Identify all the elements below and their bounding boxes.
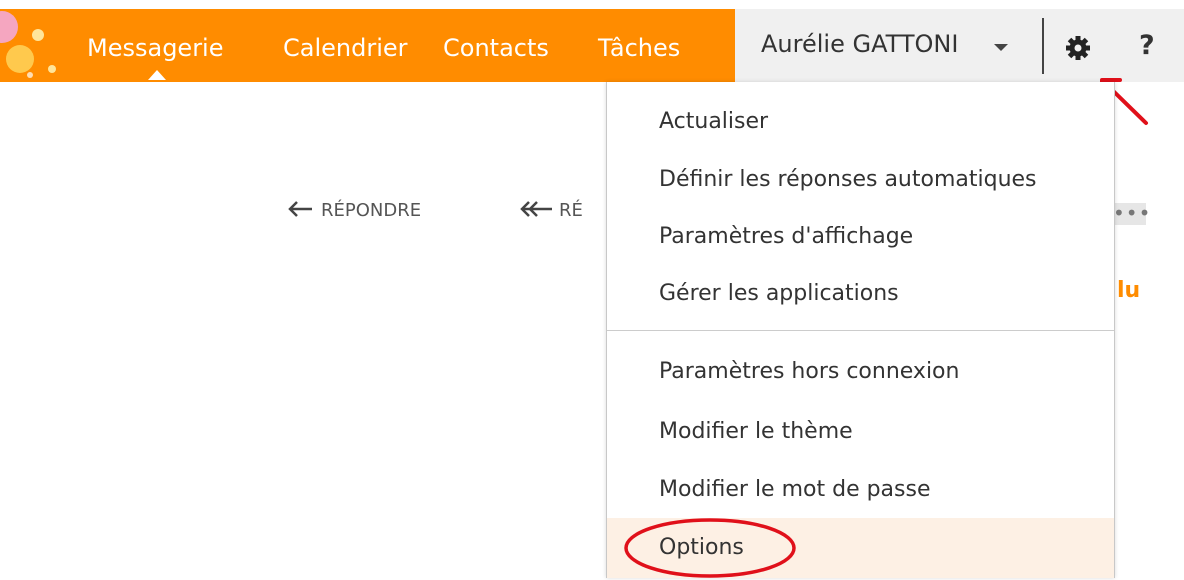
- menu-item-mot-de-passe[interactable]: Modifier le mot de passe: [607, 462, 1114, 518]
- menu-item-label: Gérer les applications: [659, 281, 899, 306]
- double-arrow-left-icon: [520, 201, 552, 217]
- menu-item-label: Actualiser: [659, 109, 769, 134]
- active-nav-indicator: [148, 70, 166, 80]
- annotation-circle: [624, 518, 796, 578]
- header-divider: [1042, 18, 1044, 74]
- menu-item-gerer-applications[interactable]: Gérer les applications: [607, 266, 1114, 322]
- nav-item-taches[interactable]: Tâches: [598, 32, 680, 64]
- help-button[interactable]: ?: [1139, 30, 1155, 61]
- reply-label: RÉPONDRE: [321, 200, 422, 221]
- chevron-down-icon[interactable]: [994, 44, 1008, 51]
- arrow-left-icon: [288, 201, 312, 217]
- menu-item-label: Paramètres d'affichage: [659, 224, 914, 249]
- reply-all-label: RÉ: [559, 200, 583, 221]
- reply-all-button[interactable]: RÉ: [519, 200, 583, 221]
- more-actions-label: •••: [1113, 201, 1152, 225]
- menu-item-modifier-theme[interactable]: Modifier le thème: [607, 404, 1114, 460]
- menu-item-reponses-automatiques[interactable]: Définir les réponses automatiques: [607, 152, 1114, 208]
- settings-dropdown-menu: Actualiser Définir les réponses automati…: [606, 82, 1115, 578]
- menu-item-label: Définir les réponses automatiques: [659, 167, 1037, 192]
- nav-item-contacts[interactable]: Contacts: [443, 32, 549, 64]
- menu-item-parametres-affichage[interactable]: Paramètres d'affichage: [607, 209, 1114, 265]
- menu-item-label: Modifier le mot de passe: [659, 477, 931, 502]
- nav-item-calendrier[interactable]: Calendrier: [283, 32, 408, 64]
- reply-button[interactable]: RÉPONDRE: [287, 200, 421, 221]
- top-border: [0, 0, 1184, 9]
- menu-item-hors-connexion[interactable]: Paramètres hors connexion: [607, 344, 1114, 400]
- user-name-button[interactable]: Aurélie GATTONI: [761, 30, 958, 58]
- menu-item-label: Paramètres hors connexion: [659, 359, 960, 384]
- read-status-fragment: lu: [1117, 278, 1141, 303]
- menu-divider: [607, 330, 1114, 331]
- gear-icon[interactable]: [1064, 34, 1092, 62]
- menu-item-actualiser[interactable]: Actualiser: [607, 94, 1114, 150]
- nav-item-messagerie[interactable]: Messagerie: [87, 32, 224, 64]
- menu-item-label: Modifier le thème: [659, 419, 853, 444]
- app-logo[interactable]: [0, 9, 70, 82]
